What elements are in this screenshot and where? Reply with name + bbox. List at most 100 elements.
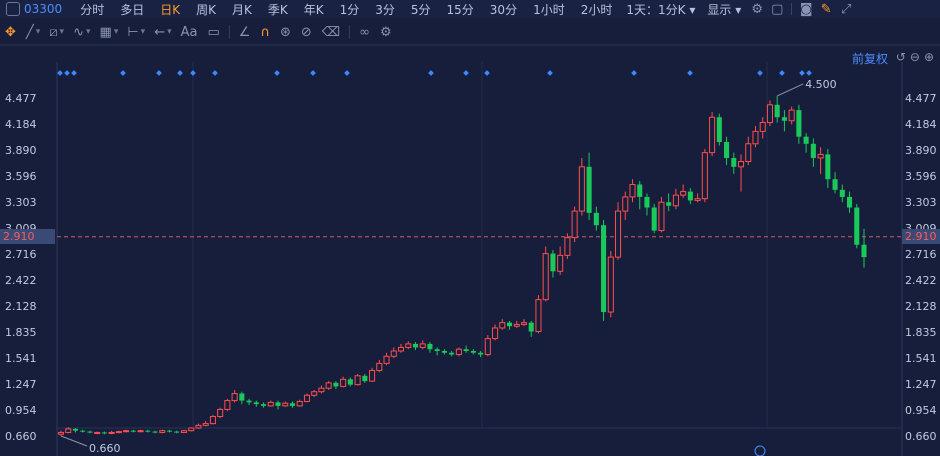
candle-body-46 xyxy=(390,350,397,357)
candle-body-22 xyxy=(217,408,224,418)
candle-body-73 xyxy=(586,166,592,213)
candle-body-33 xyxy=(296,400,303,407)
candle-body-17 xyxy=(180,430,188,433)
y-tick-right-3: 3.596 xyxy=(905,170,937,183)
current-price-label-right: 2.910 xyxy=(902,228,940,244)
candle-body-15 xyxy=(166,430,173,432)
candle-body-26 xyxy=(246,400,252,403)
candle-body-71 xyxy=(571,210,578,239)
candle-body-24 xyxy=(231,392,238,402)
candle-body-92 xyxy=(724,142,730,158)
event-marker-8 xyxy=(274,70,280,76)
candle-body-56 xyxy=(463,349,469,351)
zoom-out-icon[interactable]: ⊖ xyxy=(910,50,920,64)
candle-body-20 xyxy=(202,423,209,426)
candle-body-63 xyxy=(513,323,520,327)
candle-body-68 xyxy=(550,253,556,272)
y-tick-right-12: 0.954 xyxy=(905,404,937,417)
candlestick-chart[interactable]: 4.477 4.477 4.184 4.184 3.890 3.890 3.596 3.596… xyxy=(0,0,940,456)
candle-body-7 xyxy=(108,431,115,434)
candle-body-65 xyxy=(528,322,534,332)
candle-body-109 xyxy=(846,196,853,208)
y-tick-right-4: 3.303 xyxy=(905,196,937,209)
candle-body-14 xyxy=(159,430,166,433)
undo-icon[interactable]: ↺ xyxy=(896,50,906,64)
candle-body-13 xyxy=(152,431,158,433)
candle-body-94 xyxy=(737,160,745,168)
y-tick-left-8: 2.128 xyxy=(5,300,37,313)
y-tick-right-2: 3.890 xyxy=(905,144,937,157)
candle-body-88 xyxy=(694,198,701,201)
candle-body-4 xyxy=(87,431,93,433)
candle-body-69 xyxy=(557,254,564,272)
candle-body-57 xyxy=(470,350,476,353)
y-tick-left-4: 3.303 xyxy=(5,196,37,209)
candle-body-66 xyxy=(535,299,542,333)
y-tick-right-10: 1.541 xyxy=(905,352,937,365)
candle-body-35 xyxy=(311,391,318,396)
candle-body-78 xyxy=(622,196,629,212)
candle-body-103 xyxy=(803,136,809,144)
candle-body-84 xyxy=(666,202,672,206)
y-tick-right-0: 4.477 xyxy=(905,92,937,105)
candle-body-76 xyxy=(607,256,614,313)
candle-body-34 xyxy=(303,394,310,402)
candle-body-30 xyxy=(275,402,281,406)
candle-body-110 xyxy=(854,207,860,245)
candle-body-32 xyxy=(289,403,296,406)
candle-body-95 xyxy=(745,143,752,162)
candle-body-11 xyxy=(137,430,144,433)
candle-body-5 xyxy=(94,431,101,434)
candle-body-111 xyxy=(861,244,867,258)
candle-body-3 xyxy=(80,430,86,432)
candle-body-104 xyxy=(810,143,816,158)
candle-body-44 xyxy=(376,362,383,371)
y-tick-left-7: 2.422 xyxy=(5,274,37,287)
y-tick-left-1: 4.184 xyxy=(5,118,37,131)
candle-body-21 xyxy=(209,416,216,425)
candle-body-93 xyxy=(731,157,737,167)
candle-body-101 xyxy=(788,109,795,122)
event-marker-16 xyxy=(687,70,693,76)
y-tick-left-3: 3.596 xyxy=(5,170,37,183)
candle-body-81 xyxy=(644,196,650,208)
candle-body-74 xyxy=(593,212,599,226)
candle-body-99 xyxy=(774,104,780,118)
event-marker-19 xyxy=(799,70,805,76)
candle-body-82 xyxy=(651,207,657,231)
current-price-label-left: 2.910 xyxy=(0,228,55,244)
fuquan-toggle[interactable]: 前复权 xyxy=(852,50,888,67)
y-tick-right-1: 4.184 xyxy=(905,118,937,131)
candle-body-42 xyxy=(362,375,368,382)
y-tick-left-11: 1.247 xyxy=(5,378,37,391)
candle-body-90 xyxy=(709,116,716,154)
event-marker-0 xyxy=(57,70,63,76)
candle-body-54 xyxy=(449,352,455,355)
candle-body-37 xyxy=(325,382,332,389)
candle-body-52 xyxy=(434,349,440,351)
low-annotation-label: 0.660 xyxy=(89,442,121,455)
candle-body-41 xyxy=(354,375,361,386)
event-marker-5 xyxy=(177,70,183,76)
event-marker-1 xyxy=(64,70,70,76)
candle-body-28 xyxy=(261,404,267,406)
candle-body-8 xyxy=(115,431,122,434)
chart-controls: ↺ ⊖ ⊕ xyxy=(896,50,934,64)
high-annotation-label: 4.500 xyxy=(805,78,837,91)
event-marker-11 xyxy=(428,70,434,76)
candle-body-108 xyxy=(839,189,845,197)
candle-body-60 xyxy=(492,327,499,340)
event-marker-20 xyxy=(806,70,812,76)
candle-body-70 xyxy=(564,237,571,256)
y-tick-left-9: 1.835 xyxy=(5,326,37,339)
event-marker-7 xyxy=(212,70,218,76)
candle-body-29 xyxy=(267,401,274,407)
candle-body-61 xyxy=(499,322,506,329)
y-tick-left-6: 2.716 xyxy=(5,248,37,261)
zoom-in-icon[interactable]: ⊕ xyxy=(924,50,934,64)
candle-body-10 xyxy=(130,430,136,432)
event-marker-18 xyxy=(779,70,785,76)
event-marker-14 xyxy=(547,70,553,76)
candle-body-55 xyxy=(455,348,462,356)
candle-body-9 xyxy=(123,430,130,433)
